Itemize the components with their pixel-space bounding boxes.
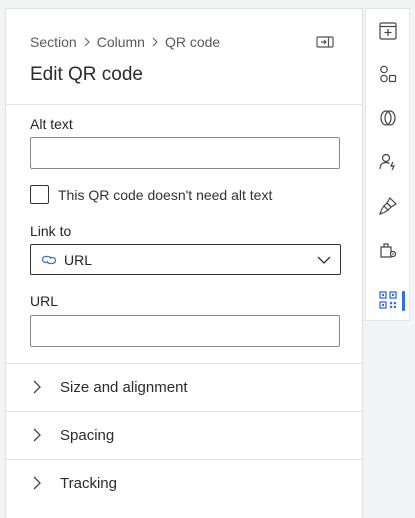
chevron-right-icon (33, 380, 41, 394)
section-label: Spacing (60, 427, 115, 444)
side-toolbar (365, 8, 410, 321)
personalization-icon (379, 153, 395, 171)
personalization-button[interactable] (377, 151, 399, 173)
page-title: Edit QR code (30, 64, 143, 85)
breadcrumb: Section Column QR code (30, 34, 220, 50)
section-label: Tracking (60, 475, 117, 492)
dock-panel-button[interactable] (314, 33, 336, 51)
chevron-right-icon (152, 37, 158, 47)
url-label: URL (30, 293, 59, 309)
url-input[interactable] (30, 315, 340, 347)
size-and-alignment-section[interactable]: Size and alignment (6, 364, 362, 411)
layers-button[interactable] (377, 107, 399, 129)
chevron-right-icon (33, 476, 41, 490)
chevron-right-icon (84, 37, 90, 47)
spacing-section[interactable]: Spacing (6, 412, 362, 459)
elements-icon (380, 65, 397, 83)
chevron-down-icon (317, 256, 331, 264)
tracking-section[interactable]: Tracking (6, 460, 362, 507)
no-alt-text-checkbox-label[interactable]: This QR code doesn't need alt text (58, 187, 272, 203)
link-icon (41, 255, 57, 265)
breadcrumb-qr-code: QR code (164, 34, 221, 50)
edit-qr-code-panel: Section Column QR code Edit QR code Alt … (5, 8, 363, 518)
alt-text-label: Alt text (30, 116, 73, 132)
assets-settings-button[interactable] (377, 239, 399, 261)
alt-text-input[interactable] (30, 137, 340, 169)
elements-button[interactable] (377, 63, 399, 85)
divider (6, 104, 362, 105)
no-alt-text-checkbox[interactable] (30, 185, 49, 204)
add-content-icon (379, 22, 397, 40)
breadcrumb-section[interactable]: Section (30, 34, 77, 50)
breadcrumb-column[interactable]: Column (97, 34, 145, 50)
dock-panel-icon (316, 36, 334, 48)
link-to-dropdown[interactable]: URL (30, 244, 341, 275)
active-indicator (402, 291, 405, 311)
link-to-value: URL (64, 252, 93, 268)
styles-button[interactable] (377, 195, 399, 217)
qr-code-button[interactable] (377, 289, 399, 311)
layers-icon (380, 110, 396, 126)
section-label: Size and alignment (60, 379, 188, 396)
styles-brush-icon (379, 197, 397, 215)
add-content-button[interactable] (377, 20, 399, 42)
chevron-right-icon (33, 428, 41, 442)
assets-settings-icon (380, 243, 397, 258)
qr-code-icon (379, 291, 397, 309)
link-to-label: Link to (30, 223, 72, 239)
